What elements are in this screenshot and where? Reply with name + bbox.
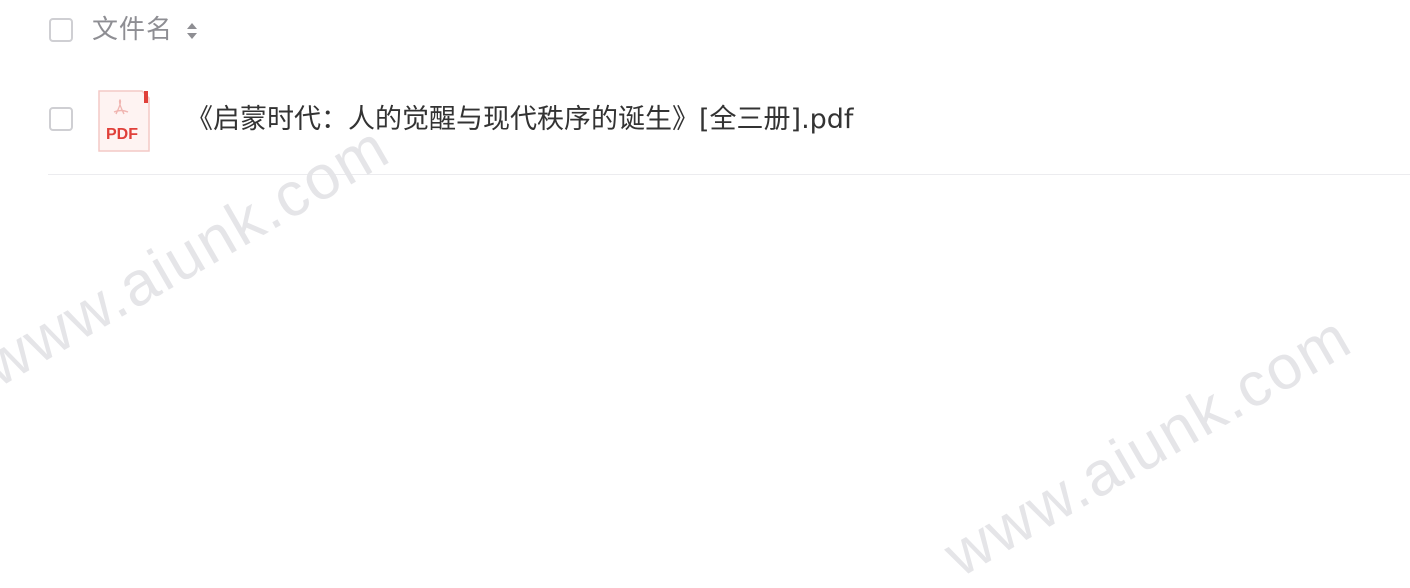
file-list-header: 文件名	[0, 0, 1410, 60]
watermark-text: www.aiunk.com	[933, 302, 1364, 588]
sort-updown-icon[interactable]	[185, 19, 199, 43]
select-all-checkbox[interactable]	[49, 18, 73, 42]
pdf-icon-label: PDF	[106, 126, 138, 143]
row-checkbox[interactable]	[49, 107, 73, 131]
table-row[interactable]: PDF 《启蒙时代：人的觉醒与现代秩序的诞生》[全三册].pdf	[0, 80, 1410, 174]
pdf-file-icon: PDF	[98, 90, 150, 152]
row-divider	[48, 174, 1410, 175]
filename-column-header[interactable]: 文件名	[92, 12, 173, 48]
file-name-link[interactable]: 《启蒙时代：人的觉醒与现代秩序的诞生》[全三册].pdf	[186, 100, 853, 140]
file-list-page: 文件名 PDF 《启蒙时代：人的觉醒与现代秩序的诞生》[全三册].pdf www…	[0, 0, 1410, 588]
